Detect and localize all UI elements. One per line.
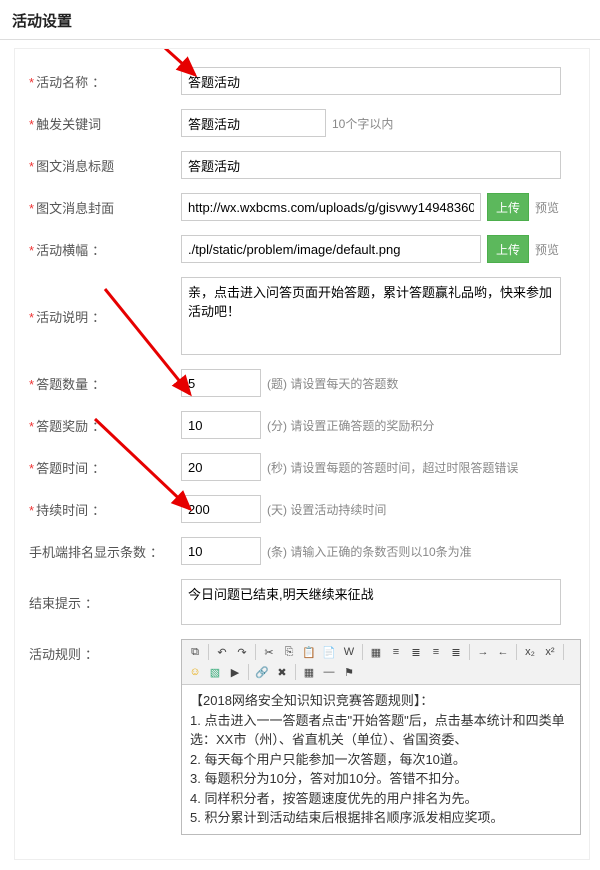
link-icon[interactable]: 🔗 <box>253 663 271 681</box>
banner-input[interactable] <box>181 235 481 263</box>
label-name: *活动名称： <box>21 67 181 91</box>
qreward-hint: (分) 请设置正确答题的奖励积分 <box>267 417 434 434</box>
sub-icon[interactable]: x₂ <box>521 643 539 661</box>
align-left-icon[interactable]: ≡ <box>387 643 405 661</box>
rules-heading: 【2018网络安全知识知识竞赛答题规则】： <box>190 691 572 711</box>
upload-banner-button[interactable]: 上传 <box>487 235 529 263</box>
align-right-icon[interactable]: ≡ <box>427 643 445 661</box>
editor-toolbar: ⧉ ↶ ↷ ✂ ⎘ 📋 📄 W ▦ ≡ ≣ ≡ ≣ <box>182 640 580 685</box>
rules-line: 3. 每题积分为10分，答对加10分。答错不扣分。 <box>190 769 572 789</box>
image-icon[interactable]: ▧ <box>206 663 224 681</box>
label-duration: *持续时间： <box>21 495 181 519</box>
video-icon[interactable]: ▶ <box>226 663 244 681</box>
rules-line: 4. 同样积分者，按答题速度优先的用户排名为先。 <box>190 789 572 809</box>
rules-editor: ⧉ ↶ ↷ ✂ ⎘ 📋 📄 W ▦ ≡ ≣ ≡ ≣ <box>181 639 581 835</box>
label-qreward: *答题奖励： <box>21 411 181 435</box>
desc-textarea[interactable] <box>181 277 561 355</box>
keyword-hint: 10个字以内 <box>332 115 393 132</box>
label-msg-title: *图文消息标题 <box>21 151 181 175</box>
smiley-icon[interactable]: ☺ <box>186 663 204 681</box>
keyword-input[interactable] <box>181 109 326 137</box>
preview-cover-link[interactable]: 预览 <box>535 199 559 216</box>
upload-cover-button[interactable]: 上传 <box>487 193 529 221</box>
settings-form: *活动名称： *触发关键词 10个字以内 *图文消息标题 *图文消息封面 上传 … <box>14 48 590 860</box>
rankcount-input[interactable] <box>181 537 261 565</box>
activity-name-input[interactable] <box>181 67 561 95</box>
label-rules: 活动规则： <box>21 639 181 663</box>
label-msg-cover: *图文消息封面 <box>21 193 181 217</box>
qcount-input[interactable] <box>181 369 261 397</box>
page-title: 活动设置 <box>0 0 600 40</box>
qtime-input[interactable] <box>181 453 261 481</box>
paste-icon[interactable]: 📋 <box>300 643 318 661</box>
cut-icon[interactable]: ✂ <box>260 643 278 661</box>
table-icon[interactable]: ▦ <box>300 663 318 681</box>
label-rankcount: 手机端排名显示条数： <box>21 537 181 561</box>
preview-banner-link[interactable]: 预览 <box>535 241 559 258</box>
msg-title-input[interactable] <box>181 151 561 179</box>
endtip-textarea[interactable] <box>181 579 561 625</box>
paste-word-icon[interactable]: W <box>340 643 358 661</box>
rankcount-hint: (条) 请输入正确的条数否则以10条为准 <box>267 543 472 560</box>
label-qcount: *答题数量： <box>21 369 181 393</box>
label-desc: *活动说明： <box>21 277 181 326</box>
qreward-input[interactable] <box>181 411 261 439</box>
duration-input[interactable] <box>181 495 261 523</box>
paste-text-icon[interactable]: 📄 <box>320 643 338 661</box>
align-justify-icon[interactable]: ≣ <box>447 643 465 661</box>
label-qtime: *答题时间： <box>21 453 181 477</box>
redo-icon[interactable]: ↷ <box>233 643 251 661</box>
qcount-hint: (题) 请设置每天的答题数 <box>267 375 398 392</box>
source-icon[interactable]: ⧉ <box>186 643 204 661</box>
rules-line: 1. 点击进入一一答题者点击"开始答题"后，点击基本统计和四类单选：XX市（州）… <box>190 711 572 750</box>
undo-icon[interactable]: ↶ <box>213 643 231 661</box>
editor-body[interactable]: 【2018网络安全知识知识竞赛答题规则】： 1. 点击进入一一答题者点击"开始答… <box>182 685 580 834</box>
select-all-icon[interactable]: ▦ <box>367 643 385 661</box>
unlink-icon[interactable]: ✖ <box>273 663 291 681</box>
label-endtip: 结束提示： <box>21 579 181 612</box>
sup-icon[interactable]: x² <box>541 643 559 661</box>
align-center-icon[interactable]: ≣ <box>407 643 425 661</box>
rules-line: 2. 每天每个用户只能参加一次答题，每次10道。 <box>190 750 572 770</box>
hr-icon[interactable]: — <box>320 663 338 681</box>
label-keyword: *触发关键词 <box>21 109 181 133</box>
qtime-hint: (秒) 请设置每题的答题时间，超过时限答题错误 <box>267 459 518 476</box>
duration-hint: (天) 设置活动持续时间 <box>267 501 386 518</box>
copy-icon[interactable]: ⎘ <box>280 643 298 661</box>
rules-line: 5. 积分累计到活动结束后根据排名顺序派发相应奖项。 <box>190 808 572 828</box>
msg-cover-input[interactable] <box>181 193 481 221</box>
anchor-icon[interactable]: ⚑ <box>340 663 358 681</box>
label-banner: *活动横幅： <box>21 235 181 259</box>
indent-icon[interactable]: → <box>474 643 492 661</box>
outdent-icon[interactable]: ← <box>494 643 512 661</box>
